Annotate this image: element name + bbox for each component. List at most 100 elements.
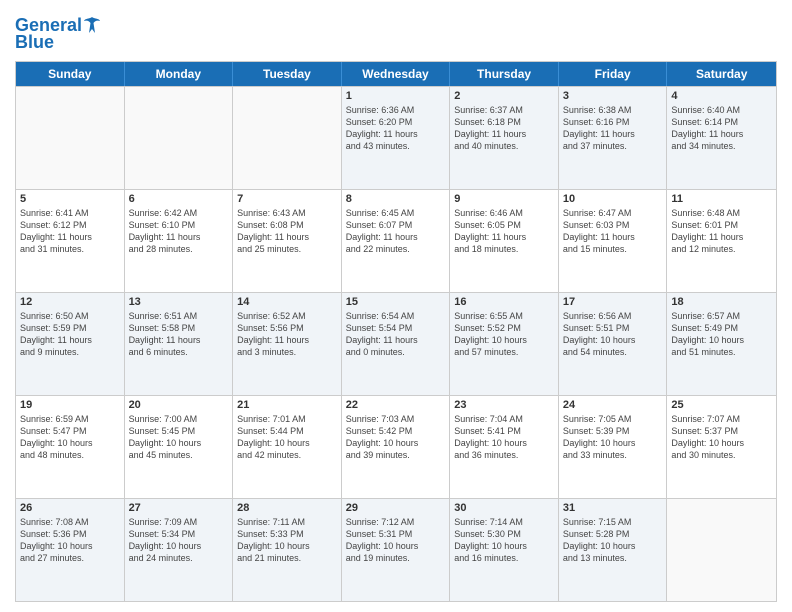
- day-number: 15: [346, 296, 446, 308]
- day-number: 11: [671, 193, 772, 205]
- day-info: Sunrise: 6:38 AM Sunset: 6:16 PM Dayligh…: [563, 104, 663, 153]
- calendar-day: 26 Sunrise: 7:08 AM Sunset: 5:36 PM Dayli…: [16, 499, 125, 601]
- calendar-week: 1 Sunrise: 6:36 AM Sunset: 6:20 PM Daylig…: [16, 86, 776, 189]
- day-info: Sunrise: 6:57 AM Sunset: 5:49 PM Dayligh…: [671, 310, 772, 359]
- calendar-week: 19 Sunrise: 6:59 AM Sunset: 5:47 PM Dayli…: [16, 395, 776, 498]
- day-number: 19: [20, 399, 120, 411]
- weekday-header: Saturday: [667, 62, 776, 86]
- day-number: 31: [563, 502, 663, 514]
- logo-container: General Blue: [15, 15, 100, 53]
- page: General Blue SundayMondayTuesdayWednesda…: [0, 0, 792, 612]
- calendar-day: 29 Sunrise: 7:12 AM Sunset: 5:31 PM Dayli…: [342, 499, 451, 601]
- calendar-week: 26 Sunrise: 7:08 AM Sunset: 5:36 PM Dayli…: [16, 498, 776, 601]
- calendar-week: 5 Sunrise: 6:41 AM Sunset: 6:12 PM Daylig…: [16, 189, 776, 292]
- day-info: Sunrise: 6:59 AM Sunset: 5:47 PM Dayligh…: [20, 413, 120, 462]
- calendar-day: 14 Sunrise: 6:52 AM Sunset: 5:56 PM Dayli…: [233, 293, 342, 395]
- day-info: Sunrise: 7:15 AM Sunset: 5:28 PM Dayligh…: [563, 516, 663, 565]
- calendar-day: 17 Sunrise: 6:56 AM Sunset: 5:51 PM Dayli…: [559, 293, 668, 395]
- calendar-header-row: SundayMondayTuesdayWednesdayThursdayFrid…: [16, 62, 776, 86]
- calendar-day: 13Sunrise: 6:51 AM Sunset: 5:58 PM Dayli…: [125, 293, 234, 395]
- day-info: Sunrise: 6:45 AM Sunset: 6:07 PM Dayligh…: [346, 207, 446, 256]
- day-info: Sunrise: 6:54 AM Sunset: 5:54 PM Dayligh…: [346, 310, 446, 359]
- day-number: 28: [237, 502, 337, 514]
- day-number: 8: [346, 193, 446, 205]
- calendar-empty: [233, 87, 342, 189]
- calendar-day: 28 Sunrise: 7:11 AM Sunset: 5:33 PM Dayli…: [233, 499, 342, 601]
- day-number: 1: [346, 90, 446, 102]
- day-info: Sunrise: 6:56 AM Sunset: 5:51 PM Dayligh…: [563, 310, 663, 359]
- calendar-day: 3Sunrise: 6:38 AM Sunset: 6:16 PM Daylig…: [559, 87, 668, 189]
- day-info: Sunrise: 6:47 AM Sunset: 6:03 PM Dayligh…: [563, 207, 663, 256]
- day-info: Sunrise: 7:03 AM Sunset: 5:42 PM Dayligh…: [346, 413, 446, 462]
- day-number: 2: [454, 90, 554, 102]
- day-info: Sunrise: 7:04 AM Sunset: 5:41 PM Dayligh…: [454, 413, 554, 462]
- day-number: 4: [671, 90, 772, 102]
- calendar-day: 2 Sunrise: 6:37 AM Sunset: 6:18 PM Daylig…: [450, 87, 559, 189]
- day-info: Sunrise: 6:48 AM Sunset: 6:01 PM Dayligh…: [671, 207, 772, 256]
- calendar-day: 24 Sunrise: 7:05 AM Sunset: 5:39 PM Dayli…: [559, 396, 668, 498]
- calendar-day: 31 Sunrise: 7:15 AM Sunset: 5:28 PM Dayli…: [559, 499, 668, 601]
- calendar-day: 27Sunrise: 7:09 AM Sunset: 5:34 PM Dayli…: [125, 499, 234, 601]
- day-info: Sunrise: 6:42 AM Sunset: 6:10 PM Dayligh…: [129, 207, 229, 256]
- day-info: Sunrise: 6:50 AM Sunset: 5:59 PM Dayligh…: [20, 310, 120, 359]
- day-number: 24: [563, 399, 663, 411]
- weekday-header: Sunday: [16, 62, 125, 86]
- day-number: 7: [237, 193, 337, 205]
- day-info: Sunrise: 7:00 AM Sunset: 5:45 PM Dayligh…: [129, 413, 229, 462]
- calendar-day: 4 Sunrise: 6:40 AM Sunset: 6:14 PM Daylig…: [667, 87, 776, 189]
- day-number: 17: [563, 296, 663, 308]
- header: General Blue: [15, 15, 777, 53]
- day-number: 27: [129, 502, 229, 514]
- day-info: Sunrise: 6:40 AM Sunset: 6:14 PM Dayligh…: [671, 104, 772, 153]
- day-info: Sunrise: 7:14 AM Sunset: 5:30 PM Dayligh…: [454, 516, 554, 565]
- day-info: Sunrise: 7:05 AM Sunset: 5:39 PM Dayligh…: [563, 413, 663, 462]
- weekday-header: Monday: [125, 62, 234, 86]
- calendar-body: 1 Sunrise: 6:36 AM Sunset: 6:20 PM Daylig…: [16, 86, 776, 601]
- day-info: Sunrise: 6:37 AM Sunset: 6:18 PM Dayligh…: [454, 104, 554, 153]
- day-info: Sunrise: 6:52 AM Sunset: 5:56 PM Dayligh…: [237, 310, 337, 359]
- logo-blue: Blue: [15, 32, 54, 53]
- calendar-day: 7Sunrise: 6:43 AM Sunset: 6:08 PM Daylig…: [233, 190, 342, 292]
- day-number: 25: [671, 399, 772, 411]
- day-info: Sunrise: 6:51 AM Sunset: 5:58 PM Dayligh…: [129, 310, 229, 359]
- day-info: Sunrise: 7:07 AM Sunset: 5:37 PM Dayligh…: [671, 413, 772, 462]
- day-number: 14: [237, 296, 337, 308]
- calendar-day: 1 Sunrise: 6:36 AM Sunset: 6:20 PM Daylig…: [342, 87, 451, 189]
- calendar-day: 30Sunrise: 7:14 AM Sunset: 5:30 PM Dayli…: [450, 499, 559, 601]
- day-number: 18: [671, 296, 772, 308]
- day-info: Sunrise: 6:46 AM Sunset: 6:05 PM Dayligh…: [454, 207, 554, 256]
- calendar-day: 16Sunrise: 6:55 AM Sunset: 5:52 PM Dayli…: [450, 293, 559, 395]
- day-number: 10: [563, 193, 663, 205]
- day-number: 6: [129, 193, 229, 205]
- calendar: SundayMondayTuesdayWednesdayThursdayFrid…: [15, 61, 777, 602]
- calendar-day: 5 Sunrise: 6:41 AM Sunset: 6:12 PM Daylig…: [16, 190, 125, 292]
- day-number: 29: [346, 502, 446, 514]
- calendar-day: 21Sunrise: 7:01 AM Sunset: 5:44 PM Dayli…: [233, 396, 342, 498]
- day-info: Sunrise: 7:12 AM Sunset: 5:31 PM Dayligh…: [346, 516, 446, 565]
- day-number: 26: [20, 502, 120, 514]
- calendar-empty: [16, 87, 125, 189]
- day-number: 5: [20, 193, 120, 205]
- weekday-header: Thursday: [450, 62, 559, 86]
- calendar-day: 20 Sunrise: 7:00 AM Sunset: 5:45 PM Dayli…: [125, 396, 234, 498]
- weekday-header: Friday: [559, 62, 668, 86]
- day-number: 20: [129, 399, 229, 411]
- calendar-day: 12Sunrise: 6:50 AM Sunset: 5:59 PM Dayli…: [16, 293, 125, 395]
- weekday-header: Tuesday: [233, 62, 342, 86]
- calendar-day: 18 Sunrise: 6:57 AM Sunset: 5:49 PM Dayli…: [667, 293, 776, 395]
- calendar-day: 22 Sunrise: 7:03 AM Sunset: 5:42 PM Dayli…: [342, 396, 451, 498]
- day-number: 22: [346, 399, 446, 411]
- day-info: Sunrise: 6:41 AM Sunset: 6:12 PM Dayligh…: [20, 207, 120, 256]
- calendar-day: 11 Sunrise: 6:48 AM Sunset: 6:01 PM Dayli…: [667, 190, 776, 292]
- calendar-day: 10 Sunrise: 6:47 AM Sunset: 6:03 PM Dayli…: [559, 190, 668, 292]
- day-info: Sunrise: 6:36 AM Sunset: 6:20 PM Dayligh…: [346, 104, 446, 153]
- day-info: Sunrise: 7:11 AM Sunset: 5:33 PM Dayligh…: [237, 516, 337, 565]
- calendar-day: 6 Sunrise: 6:42 AM Sunset: 6:10 PM Daylig…: [125, 190, 234, 292]
- calendar-day: 15 Sunrise: 6:54 AM Sunset: 5:54 PM Dayli…: [342, 293, 451, 395]
- day-info: Sunrise: 7:08 AM Sunset: 5:36 PM Dayligh…: [20, 516, 120, 565]
- day-number: 23: [454, 399, 554, 411]
- day-info: Sunrise: 6:55 AM Sunset: 5:52 PM Dayligh…: [454, 310, 554, 359]
- day-number: 9: [454, 193, 554, 205]
- weekday-header: Wednesday: [342, 62, 451, 86]
- calendar-day: 19 Sunrise: 6:59 AM Sunset: 5:47 PM Dayli…: [16, 396, 125, 498]
